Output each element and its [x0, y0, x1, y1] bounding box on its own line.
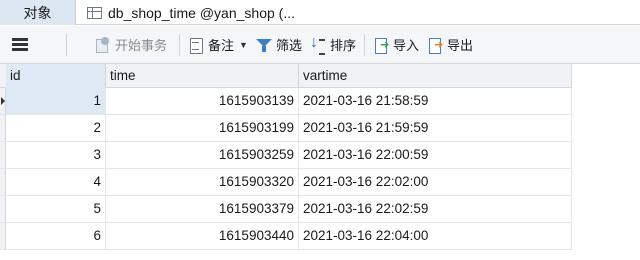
tab-bar: 对象 db_shop_time @yan_shop (...	[0, 0, 640, 25]
begin-transaction-label: 开始事务	[115, 38, 168, 53]
export-icon	[427, 37, 443, 54]
memo-icon	[188, 37, 204, 54]
cell-id[interactable]: 5	[6, 196, 106, 222]
tab-table[interactable]: db_shop_time @yan_shop (...	[79, 0, 329, 25]
toolbar-separator	[363, 33, 365, 56]
cell-time[interactable]: 1615903440	[106, 223, 299, 249]
cell-id[interactable]: 6	[6, 223, 106, 249]
cell-vartime[interactable]: 2021-03-16 22:04:00	[299, 223, 572, 249]
cell-time[interactable]: 1615903199	[106, 115, 299, 141]
import-button[interactable]: 导入	[369, 31, 423, 59]
cell-time[interactable]: 1615903259	[106, 142, 299, 168]
cell-time[interactable]: 1615903379	[106, 196, 299, 222]
cell-vartime[interactable]: 2021-03-16 22:00:59	[299, 142, 572, 168]
table-row[interactable]: 6 1615903440 2021-03-16 22:04:00	[0, 223, 572, 250]
cell-id[interactable]: 4	[6, 169, 106, 195]
cell-vartime[interactable]: 2021-03-16 22:02:59	[299, 196, 572, 222]
filter-button[interactable]: 筛选	[252, 31, 306, 59]
sort-label: 排序	[329, 38, 356, 53]
toolbar-separator	[66, 33, 67, 56]
cell-time[interactable]: 1615903320	[106, 169, 299, 195]
export-button[interactable]: 导出	[423, 31, 477, 59]
cell-vartime[interactable]: 2021-03-16 21:59:59	[299, 115, 572, 141]
toolbar-separator	[179, 33, 181, 56]
column-header-id[interactable]: id	[6, 64, 106, 88]
grid-empty-area	[572, 64, 640, 260]
memo-button[interactable]: 备注 ▼	[184, 31, 252, 59]
cell-vartime[interactable]: 2021-03-16 22:02:00	[299, 169, 572, 195]
sort-icon	[310, 34, 326, 55]
import-label: 导入	[392, 38, 419, 53]
cell-id[interactable]: 3	[6, 142, 106, 168]
memo-label: 备注	[208, 38, 235, 53]
menu-icon	[12, 37, 28, 52]
tab-objects[interactable]: 对象	[0, 0, 76, 25]
table-row[interactable]: 5 1615903379 2021-03-16 22:02:59	[0, 196, 572, 223]
table-row[interactable]: 3 1615903259 2021-03-16 22:00:59	[0, 142, 572, 169]
chevron-down-icon[interactable]: ▼	[239, 40, 248, 50]
tab-objects-label: 对象	[23, 4, 52, 21]
table-row[interactable]: 1 1615903139 2021-03-16 21:58:59	[0, 88, 572, 115]
current-row-arrow-icon	[1, 97, 5, 105]
tab-table-label: db_shop_time @yan_shop (...	[108, 4, 295, 21]
transaction-icon	[95, 36, 111, 53]
export-label: 导出	[447, 38, 474, 53]
grid-header: id time vartime	[0, 64, 572, 88]
table-row[interactable]: 2 1615903199 2021-03-16 21:59:59	[0, 115, 572, 142]
cell-id[interactable]: 1	[6, 88, 106, 114]
filter-icon	[255, 37, 272, 53]
filter-label: 筛选	[275, 38, 302, 53]
table-icon	[87, 6, 102, 19]
cell-id[interactable]: 2	[6, 115, 106, 141]
column-header-time[interactable]: time	[106, 64, 299, 88]
sort-button[interactable]: 排序	[306, 31, 360, 59]
menu-button[interactable]	[0, 31, 38, 59]
cell-time[interactable]: 1615903139	[106, 88, 299, 114]
column-header-vartime[interactable]: vartime	[299, 64, 572, 88]
begin-transaction-button[interactable]: 开始事务	[91, 31, 171, 59]
table-row[interactable]: 4 1615903320 2021-03-16 22:02:00	[0, 169, 572, 196]
cell-vartime[interactable]: 2021-03-16 21:58:59	[299, 88, 572, 114]
toolbar: 开始事务 备注 ▼ 筛选 排序 导入 导出	[0, 26, 640, 64]
import-icon	[373, 37, 389, 54]
